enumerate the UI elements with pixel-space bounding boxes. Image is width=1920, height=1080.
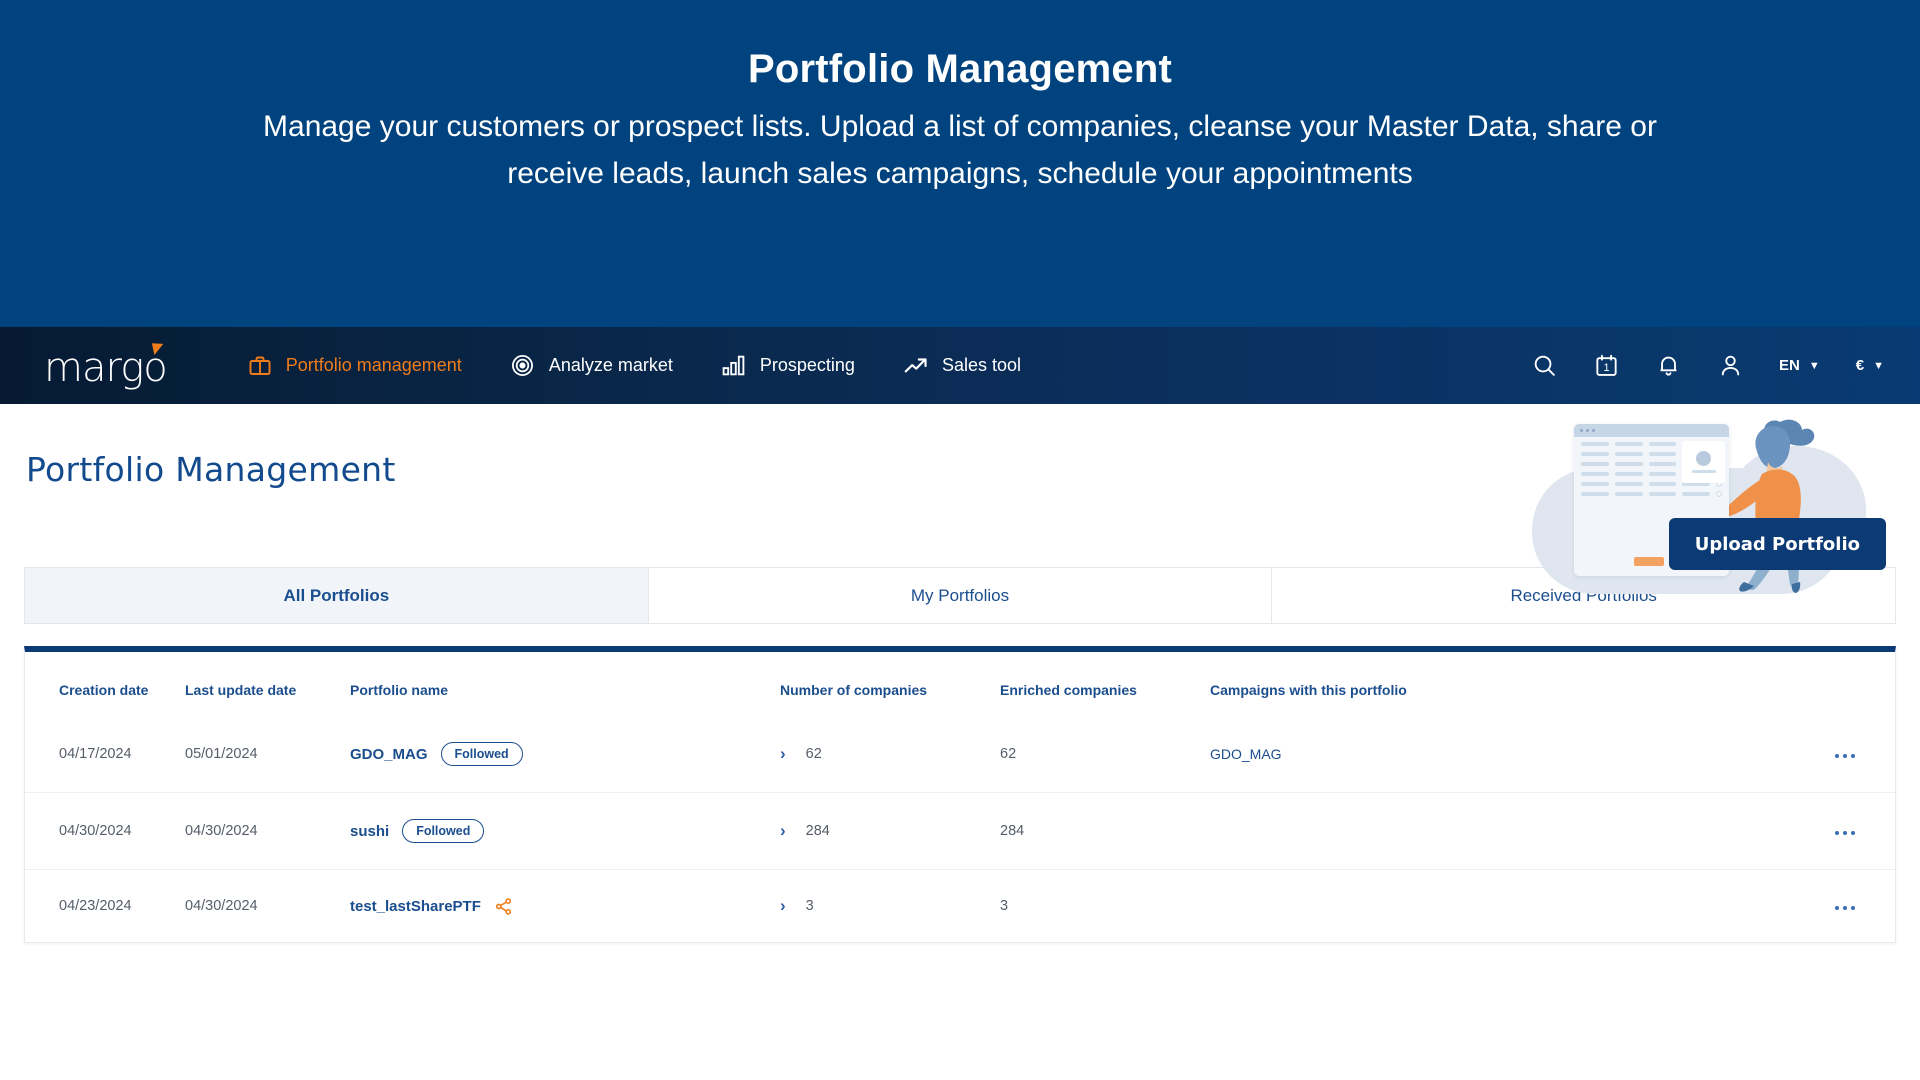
cell-enriched-companies: 3 [1000,869,1210,942]
tab-my-portfolios[interactable]: My Portfolios [649,568,1273,623]
table-row: 04/23/2024 04/30/2024 test_lastSharePTF [25,869,1895,942]
chevron-right-icon[interactable]: › [780,896,786,916]
cell-last-update-date: 04/30/2024 [185,869,350,942]
user-icon[interactable] [1717,353,1743,379]
hero-subtitle: Manage your customers or prospect lists.… [263,110,1657,190]
cell-creation-date: 04/30/2024 [25,792,185,870]
illustration-dot [1586,429,1589,432]
chevron-right-icon[interactable]: › [780,821,786,841]
cell-creation-date: 04/23/2024 [25,869,185,942]
nav-label-analyze-market: Analyze market [548,355,673,375]
column-header-campaigns: Campaigns with this portfolio [1210,682,1407,698]
number-of-companies-value: 284 [805,823,830,839]
illustration-row [1574,487,1729,497]
logo-text: margo [44,344,168,391]
bar-chart-icon [721,353,747,379]
portfolio-name-link[interactable]: GDO_MAG [350,746,428,763]
target-icon [510,353,536,379]
cell-enriched-companies: 284 [1000,792,1210,870]
cell-enriched-companies: 62 [1000,746,1017,762]
cell-campaigns: GDO_MAG [1210,716,1815,793]
illustration-dot [1580,429,1583,432]
table-header: Creation date Last update date Portfolio… [25,652,1895,716]
campaign-link[interactable]: GDO_MAG [1210,746,1282,762]
nav-label-sales-tool: Sales tool [941,355,1021,375]
tab-all-portfolios[interactable]: All Portfolios [25,568,649,623]
page-body: Portfolio Management Upload Portfolio Al… [0,404,1920,943]
cell-last-update-date: 05/01/2024 [185,746,258,762]
currency-selector[interactable]: € ▼ [1856,357,1884,374]
cell-last-update-date: 04/30/2024 [185,792,350,870]
illustration-accent-bar [1634,557,1664,566]
column-header-number-of-companies: Number of companies [780,682,928,698]
column-header-actions [1815,652,1895,716]
briefcase-icon [247,353,273,379]
status-badge: Followed [402,819,485,843]
nav-label-prospecting: Prospecting [759,355,855,375]
table-row: 04/30/2024 04/30/2024 sushi Followed › 2… [25,792,1895,870]
cell-actions [1815,716,1895,793]
navbar-right-actions: 1 EN ▼ € ▼ [1531,353,1884,379]
cell-portfolio-name: test_lastSharePTF [350,869,780,942]
share-icon[interactable] [494,897,513,916]
illustration-window-bar [1574,424,1729,437]
column-header-creation-date: Creation date [59,682,149,698]
bell-icon[interactable] [1655,353,1681,379]
cell-creation-date: 04/17/2024 [59,746,132,762]
chevron-down-icon: ▼ [1873,359,1884,372]
nav-label-portfolio-management: Portfolio management [285,355,462,375]
language-selector[interactable]: EN ▼ [1779,357,1820,374]
trending-up-icon [903,353,929,379]
nav-item-analyze-market[interactable]: Analyze market [510,353,673,379]
status-badge: Followed [440,742,523,766]
column-header-enriched-companies: Enriched companies [1000,682,1137,698]
cell-campaigns [1210,792,1815,870]
portfolio-illustration: Upload Portfolio [1532,412,1886,594]
cell-portfolio-name: GDO_MAG Followed [350,716,780,793]
cell-portfolio-name: sushi Followed [350,792,780,870]
nav-item-prospecting[interactable]: Prospecting [721,353,855,379]
chevron-down-icon: ▼ [1808,359,1820,372]
illustration-avatar [1696,451,1711,466]
illustration-dot [1592,429,1595,432]
nav-items: Portfolio management Analyze market Pros… [247,353,1069,379]
row-options-menu-icon[interactable] [1834,905,1855,910]
illustration-line [1691,470,1716,473]
currency-value: € [1855,357,1865,374]
table-body: 04/17/2024 05/01/2024 GDO_MAG Followed ›… [25,716,1895,942]
search-icon[interactable] [1531,353,1557,379]
portfolio-table: Creation date Last update date Portfolio… [25,652,1895,942]
column-header-last-update-date: Last update date [185,682,297,698]
cell-number-of-companies: › 284 [780,792,1000,870]
cell-number-of-companies: › 62 [780,716,1000,793]
chevron-right-icon[interactable]: › [780,744,786,764]
cell-number-of-companies: › 3 [780,869,1000,942]
svg-text:1: 1 [1603,362,1609,374]
cell-actions [1815,869,1895,942]
hero-title: Portfolio Management [747,47,1173,91]
number-of-companies-value: 3 [805,898,814,914]
hero-banner: Portfolio Management Manage your custome… [0,0,1920,327]
row-options-menu-icon[interactable] [1834,830,1855,835]
table-row: 04/17/2024 05/01/2024 GDO_MAG Followed ›… [25,716,1895,793]
main-navbar: margo Portfolio management Analyze marke… [0,327,1920,404]
portfolio-name-link[interactable]: test_lastSharePTF [350,898,481,915]
portfolio-table-card: Creation date Last update date Portfolio… [24,646,1896,943]
column-header-portfolio-name: Portfolio name [350,682,449,698]
portfolio-name-link[interactable]: sushi [350,823,389,840]
margo-logo[interactable]: margo [44,340,168,391]
number-of-companies-value: 62 [805,746,822,762]
upload-portfolio-button[interactable]: Upload Portfolio [1668,518,1886,570]
calendar-icon[interactable]: 1 [1593,353,1619,379]
illustration-avatar-card [1682,441,1725,483]
nav-item-sales-tool[interactable]: Sales tool [903,353,1021,379]
language-value: EN [1779,357,1800,374]
row-options-menu-icon[interactable] [1834,753,1855,758]
table-header-row: Creation date Last update date Portfolio… [25,652,1895,716]
logo-accent-icon [151,340,165,355]
nav-item-portfolio-management[interactable]: Portfolio management [247,353,462,379]
cell-actions [1815,792,1895,870]
cell-campaigns [1210,869,1815,942]
